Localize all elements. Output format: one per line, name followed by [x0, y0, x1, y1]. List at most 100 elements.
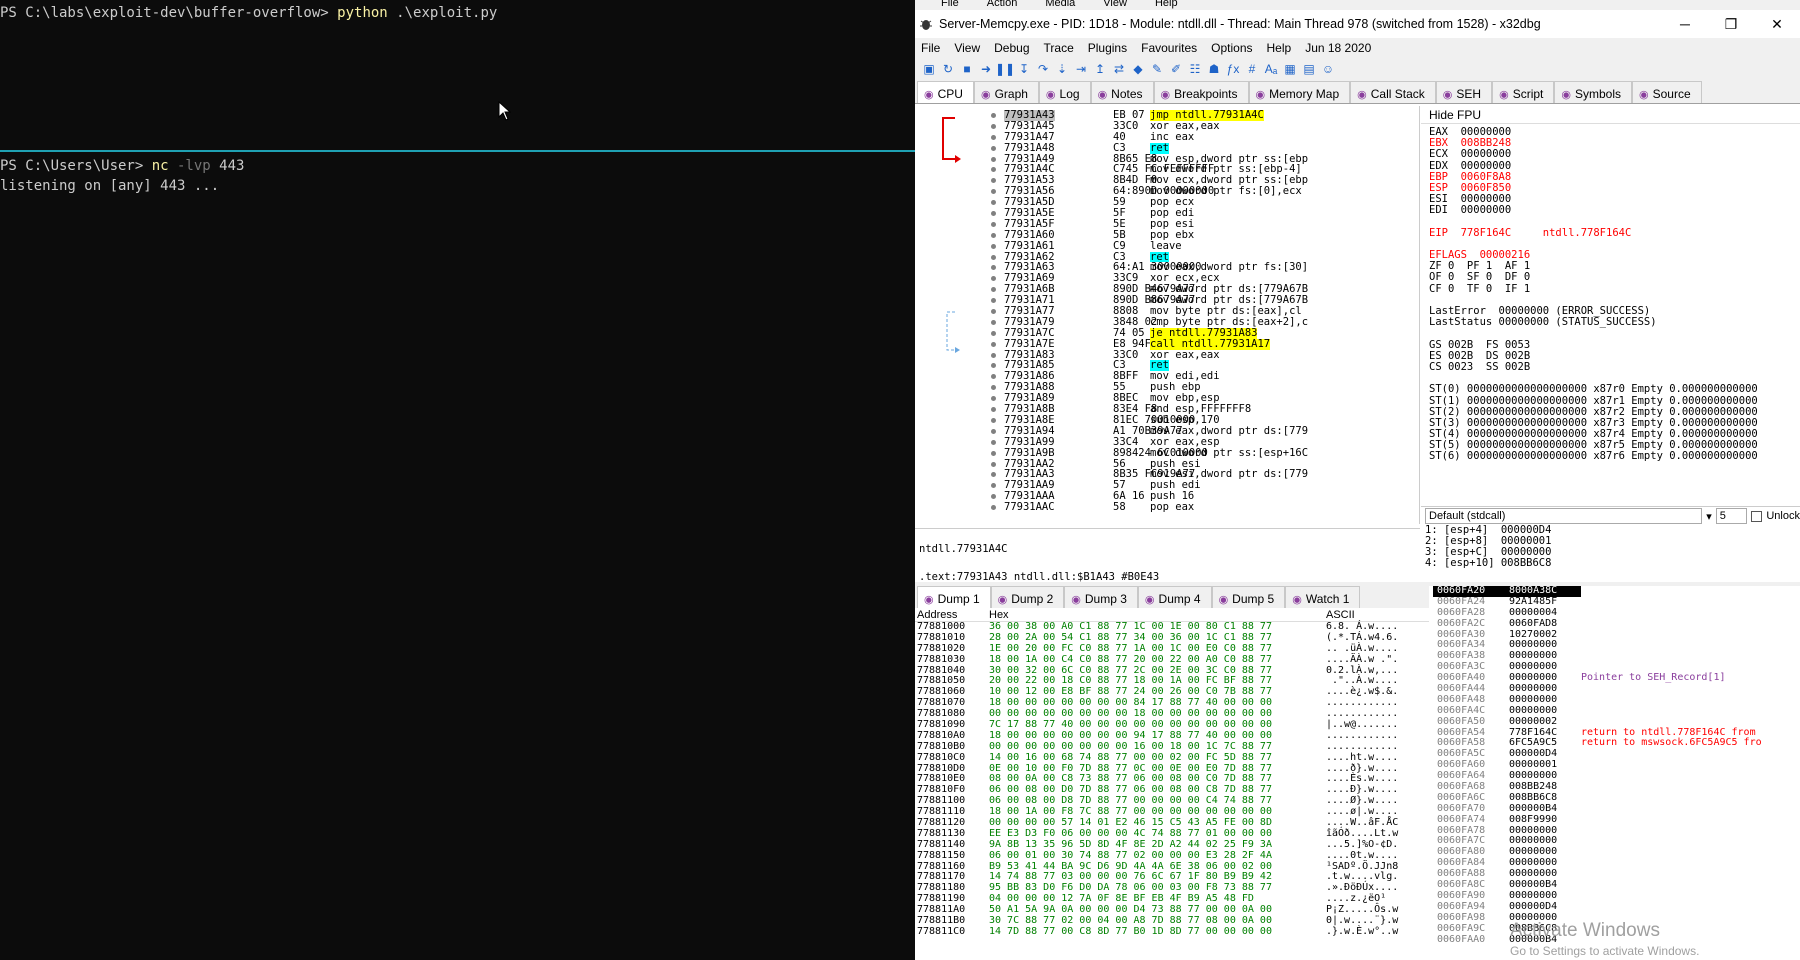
stack-row[interactable]: 0060FA94 000000D4 — [1433, 901, 1800, 913]
breakpoint-dot[interactable] — [991, 211, 996, 217]
menu-item-file[interactable]: File — [921, 41, 940, 55]
help-icon[interactable]: ☺ — [1320, 61, 1336, 77]
stack-row[interactable]: 0060FA80 00000000 — [1433, 846, 1800, 858]
menu-item-help[interactable]: Help — [1267, 41, 1292, 55]
disasm-row[interactable]: 77931A9B 898424 6C010000 mov dword ptr ss:… — [988, 447, 1419, 459]
stack-row[interactable]: 0060FA2C 0060FAD8 — [1433, 618, 1800, 630]
breakpoint-dot[interactable] — [991, 428, 996, 434]
dump-pane[interactable]: Address Hex ASCII 77881000 36 00 38 00 A0… — [915, 608, 1429, 960]
register-line[interactable]: EIP 778F164C ntdll.778F164C — [1421, 227, 1800, 239]
stack-row[interactable]: 0060FA38 00000000 — [1433, 650, 1800, 662]
tab-script[interactable]: ◉ Script — [1492, 81, 1555, 103]
breakpoint-dot[interactable] — [991, 254, 996, 260]
terminal-window[interactable]: PS C:\labs\exploit-dev\buffer-overflow> … — [0, 0, 915, 960]
breakpoint-dot[interactable] — [991, 407, 996, 413]
breakpoint-dot[interactable] — [991, 396, 996, 402]
disasm-row[interactable]: 77931A99 33C4 xor eax,esp — [988, 436, 1419, 448]
menu-item-options[interactable]: Options — [1211, 41, 1252, 55]
breakpoint-dot[interactable] — [991, 505, 996, 511]
breakpoint-dot[interactable] — [991, 309, 996, 315]
breakpoint-dot[interactable] — [991, 298, 996, 304]
breakpoint-dot[interactable] — [991, 472, 996, 478]
breakpoint-dot[interactable] — [991, 341, 996, 347]
stack-row[interactable]: 0060FA90 00000000 — [1433, 890, 1800, 902]
step-into-icon[interactable]: ↧ — [1016, 61, 1032, 77]
stack-row[interactable]: 0060FA50 00000002 — [1433, 716, 1800, 728]
bookmark-icon[interactable]: ☗ — [1206, 61, 1222, 77]
breakpoint-dot[interactable] — [991, 134, 996, 140]
stack-row[interactable]: 0060FA28 00000004 — [1433, 607, 1800, 619]
disassembly-pane[interactable]: 77931A43 EB 07 jmp ntdll.77931A4C 77931A45 3… — [915, 106, 1420, 524]
function-icon[interactable]: ƒx — [1225, 61, 1241, 77]
label-icon[interactable]: ☷ — [1187, 61, 1203, 77]
breakpoint-dot[interactable] — [991, 232, 996, 238]
hide-fpu-button[interactable]: Hide FPU — [1421, 106, 1800, 124]
restart-icon[interactable]: ↻ — [940, 61, 956, 77]
breakpoint-dot[interactable] — [991, 243, 996, 249]
run-to-user-code-icon[interactable]: ⇄ — [1111, 61, 1127, 77]
patch-icon[interactable]: ✎ — [1149, 61, 1165, 77]
folder-icon[interactable]: ▣ — [921, 61, 937, 77]
stack-row[interactable]: 0060FA68 008BB248 — [1433, 781, 1800, 793]
tab-log[interactable]: ◉ Log — [1038, 81, 1091, 103]
checkbox[interactable] — [1751, 510, 1763, 522]
disasm-row[interactable]: 77931A61 C9 leave — [988, 240, 1419, 252]
font-icon[interactable]: Aₐ — [1263, 61, 1279, 77]
stack-row[interactable]: 0060FA48 00000000 — [1433, 694, 1800, 706]
chevron-down-icon[interactable]: ▾ — [1706, 510, 1712, 523]
tab-notes[interactable]: ◉ Notes — [1090, 81, 1154, 103]
tab-cpu[interactable]: ◉ CPU — [917, 81, 974, 103]
register-line[interactable]: CS 0023 SS 002B — [1421, 361, 1800, 373]
breakpoint-dot[interactable] — [991, 113, 996, 118]
tab-dump-4[interactable]: ◉ Dump 4 — [1137, 586, 1212, 608]
breakpoint-dot[interactable] — [991, 221, 996, 227]
stack-row[interactable]: 0060FA60 00000001 — [1433, 759, 1800, 771]
menu-item-plugins[interactable]: Plugins — [1088, 41, 1127, 55]
tab-breakpoints[interactable]: ◉ Breakpoints — [1153, 81, 1249, 103]
arg-count-spinner[interactable]: 5 — [1715, 508, 1748, 524]
breakpoint-dot[interactable] — [991, 156, 996, 162]
menu-item-view[interactable]: View — [954, 41, 980, 55]
stack-row[interactable]: 0060FA70 000000B4 — [1433, 803, 1800, 815]
tab-seh[interactable]: ◉ SEH — [1435, 81, 1493, 103]
restore-icon[interactable]: ❐ — [1708, 10, 1754, 38]
minimize-icon[interactable]: ─ — [1662, 10, 1708, 38]
breakpoint-dot[interactable] — [991, 494, 996, 500]
tab-watch-1[interactable]: ◉ Watch 1 — [1285, 586, 1361, 608]
trace-over-icon[interactable]: ⇥ — [1073, 61, 1089, 77]
menu-item-debug[interactable]: Debug — [994, 41, 1029, 55]
disasm-row[interactable]: 77931AAC 58 pop eax — [988, 502, 1419, 513]
register-line[interactable]: OF 0 SF 0 DF 0 — [1421, 272, 1800, 283]
breakpoint-dot[interactable] — [991, 450, 996, 456]
breakpoint-dot[interactable] — [991, 330, 996, 336]
stack-row[interactable]: 0060FA40 00000000 Pointer to SEH_Record[1] — [1433, 672, 1800, 684]
stack-row[interactable]: 0060FA8C 000000B4 — [1433, 879, 1800, 891]
breakpoint-dot[interactable] — [991, 417, 996, 423]
comment-icon[interactable]: ✐ — [1168, 61, 1184, 77]
stack-row[interactable]: 0060FA84 00000000 — [1433, 857, 1800, 869]
tab-dump-3[interactable]: ◉ Dump 3 — [1064, 586, 1138, 608]
call-arg-row[interactable]: 4: [esp+10] 008BB6C8 — [1425, 558, 1800, 569]
calc-icon[interactable]: ▦ — [1282, 61, 1298, 77]
register-line[interactable]: ECX 00000000 — [1421, 149, 1800, 160]
stack-row[interactable]: 0060FA34 00000000 — [1433, 640, 1800, 651]
tab-call-stack[interactable]: ◉ Call Stack — [1350, 81, 1436, 103]
register-line[interactable]: LastStatus 00000000 (STATUS_SUCCESS) — [1421, 316, 1800, 328]
scylla-icon[interactable]: ◆ — [1130, 61, 1146, 77]
stack-row[interactable]: 0060FA5C 000000D4 — [1433, 748, 1800, 760]
tab-graph[interactable]: ◉ Graph — [973, 81, 1039, 103]
pause-icon[interactable]: ❚❚ — [995, 61, 1015, 77]
execute-till-return-icon[interactable]: ↥ — [1092, 61, 1108, 77]
breakpoint-dot[interactable] — [991, 167, 996, 173]
registers-pane[interactable]: Hide FPU EAX 00000000 EBX 008BB248 ECX 000… — [1421, 106, 1800, 504]
breakpoint-dot[interactable] — [991, 123, 996, 129]
breakpoint-dot[interactable] — [991, 200, 996, 206]
x32dbg-window[interactable]: File Action Media View Help Server-Memcpy.ex… — [915, 0, 1800, 960]
breakpoint-dot[interactable] — [991, 439, 996, 445]
stack-row[interactable]: 0060FA4C 00000000 — [1433, 705, 1800, 717]
register-line[interactable]: EDI 00000000 — [1421, 205, 1800, 216]
dump-row[interactable]: 778810C0 14 00 16 00 68 74 88 77 00 00 02… — [915, 752, 1429, 764]
calling-convention-select[interactable]: Default (stdcall) — [1425, 508, 1703, 524]
breakpoint-dot[interactable] — [991, 483, 996, 489]
register-line[interactable]: ST(0) 0000000000000000000 x87r0 Empty 0.… — [1421, 384, 1800, 395]
